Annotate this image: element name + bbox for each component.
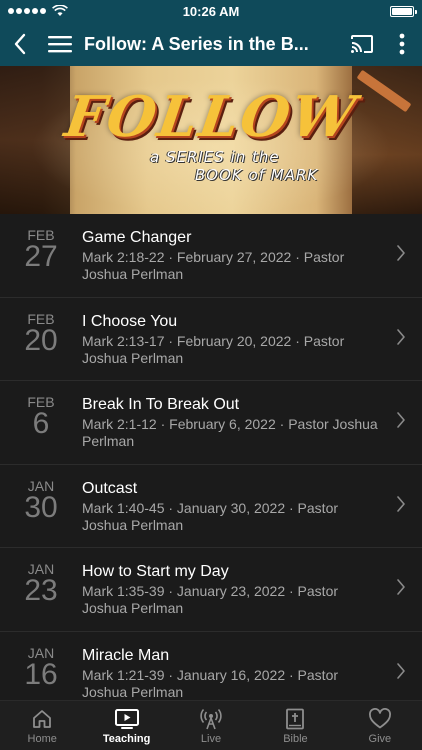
status-left: [8, 5, 68, 17]
date-day: 20: [24, 323, 58, 357]
tab-label: Live: [200, 733, 222, 745]
sermon-title: Game Changer: [82, 229, 192, 246]
sermon-meta: Mark 1:40-45 · January 30, 2022 · Pastor…: [82, 499, 339, 533]
sermon-title: Break In To Break Out: [82, 396, 240, 413]
list-item[interactable]: JAN 30 Outcast Mark 1:40-45 · January 30…: [0, 465, 422, 548]
tab-give[interactable]: Give: [338, 701, 422, 750]
tv-play-icon: [114, 709, 139, 729]
list-item[interactable]: JAN 16 Miracle Man Mark 1:21-39 · Januar…: [0, 632, 422, 701]
tab-label: Bible: [283, 733, 308, 745]
back-button[interactable]: [0, 22, 40, 66]
series-banner: FOLLOW a SERIES in the BOOK of MARK: [0, 66, 422, 214]
more-vertical-icon: [399, 33, 405, 55]
date-day: 27: [24, 240, 58, 273]
tab-live[interactable]: Live: [169, 701, 253, 750]
chevron-right-icon: [397, 412, 405, 428]
sermon-info: Break In To Break Out Mark 2:1-12 · Febr…: [82, 395, 422, 450]
navigation-bar: Follow: A Series in the B...: [0, 22, 422, 66]
sermon-meta: Mark 2:13-17 · February 20, 2022 · Pasto…: [82, 332, 345, 366]
sermon-meta: Mark 2:1-12 · February 6, 2022 · Pastor …: [82, 416, 378, 449]
date-block: FEB 27: [0, 228, 82, 272]
tab-label: Give: [368, 733, 392, 745]
sermon-info: Miracle Man Mark 1:21-39 · January 16, 2…: [82, 646, 422, 701]
date-day: 30: [24, 490, 58, 524]
date-block: JAN 30: [0, 479, 82, 523]
wifi-icon: [52, 5, 68, 16]
chevron-right-icon: [397, 662, 405, 679]
banner-subtitle-line1: a SERIES in the: [150, 148, 280, 166]
date-day: 6: [32, 407, 50, 440]
chevron-right-icon: [397, 245, 405, 261]
sermon-meta: Mark 2:18-22 · February 27, 2022 · Pasto…: [82, 249, 345, 282]
tab-bible[interactable]: Bible: [253, 701, 337, 750]
date-block: FEB 20: [0, 312, 82, 356]
tab-home[interactable]: Home: [0, 701, 84, 750]
antenna-icon: [200, 708, 222, 730]
date-block: JAN 23: [0, 562, 82, 606]
tab-bar: Home Teaching Live Bible Give: [0, 700, 422, 750]
menu-button[interactable]: [40, 22, 80, 66]
sermon-title: How to Start my Day: [82, 563, 229, 580]
battery-icon: [390, 5, 417, 17]
tab-teaching[interactable]: Teaching: [84, 701, 168, 750]
status-bar: 10:26 AM: [0, 0, 422, 22]
tab-label: Home: [27, 733, 57, 745]
date-block: JAN 16: [0, 646, 82, 690]
more-options-button[interactable]: [382, 22, 422, 66]
sermon-info: Outcast Mark 1:40-45 · January 30, 2022 …: [82, 479, 422, 534]
sermon-list: FEB 27 Game Changer Mark 2:18-22 · Febru…: [0, 214, 422, 700]
banner-title: FOLLOW: [60, 84, 362, 150]
date-day: 16: [24, 657, 58, 691]
list-item[interactable]: FEB 6 Break In To Break Out Mark 2:1-12 …: [0, 381, 422, 465]
list-item[interactable]: FEB 20 I Choose You Mark 2:13-17 · Febru…: [0, 298, 422, 381]
cast-icon: [351, 35, 373, 53]
cellular-signal-icon: [8, 8, 46, 14]
sermon-title: Miracle Man: [82, 646, 170, 664]
date-day: 23: [24, 574, 58, 607]
sermon-meta: Mark 1:35-39 · January 23, 2022 · Pastor…: [82, 583, 339, 616]
home-icon: [33, 710, 52, 728]
sermon-meta: Mark 1:21-39 · January 16, 2022 · Pastor…: [82, 666, 339, 700]
sermon-title: Outcast: [82, 479, 138, 497]
bible-icon: [286, 708, 305, 730]
list-item[interactable]: JAN 23 How to Start my Day Mark 1:35-39 …: [0, 548, 422, 632]
tab-label: Teaching: [102, 733, 151, 745]
chevron-right-icon: [397, 495, 405, 512]
date-block: FEB 6: [0, 395, 82, 439]
page-title: Follow: A Series in the B...: [84, 33, 309, 54]
cast-button[interactable]: [342, 22, 382, 66]
chevron-right-icon: [397, 579, 405, 595]
heart-icon: [368, 708, 391, 729]
chevron-right-icon: [397, 328, 405, 345]
banner-subtitle-line2: BOOK of MARK: [195, 166, 319, 184]
list-item[interactable]: FEB 27 Game Changer Mark 2:18-22 · Febru…: [0, 214, 422, 298]
chevron-left-icon: [14, 33, 26, 55]
sermon-info: Game Changer Mark 2:18-22 · February 27,…: [82, 228, 422, 283]
sermon-title: I Choose You: [82, 312, 178, 330]
hamburger-menu-icon: [48, 36, 72, 53]
sermon-info: How to Start my Day Mark 1:35-39 · Janua…: [82, 562, 422, 617]
sermon-info: I Choose You Mark 2:13-17 · February 20,…: [82, 312, 422, 367]
